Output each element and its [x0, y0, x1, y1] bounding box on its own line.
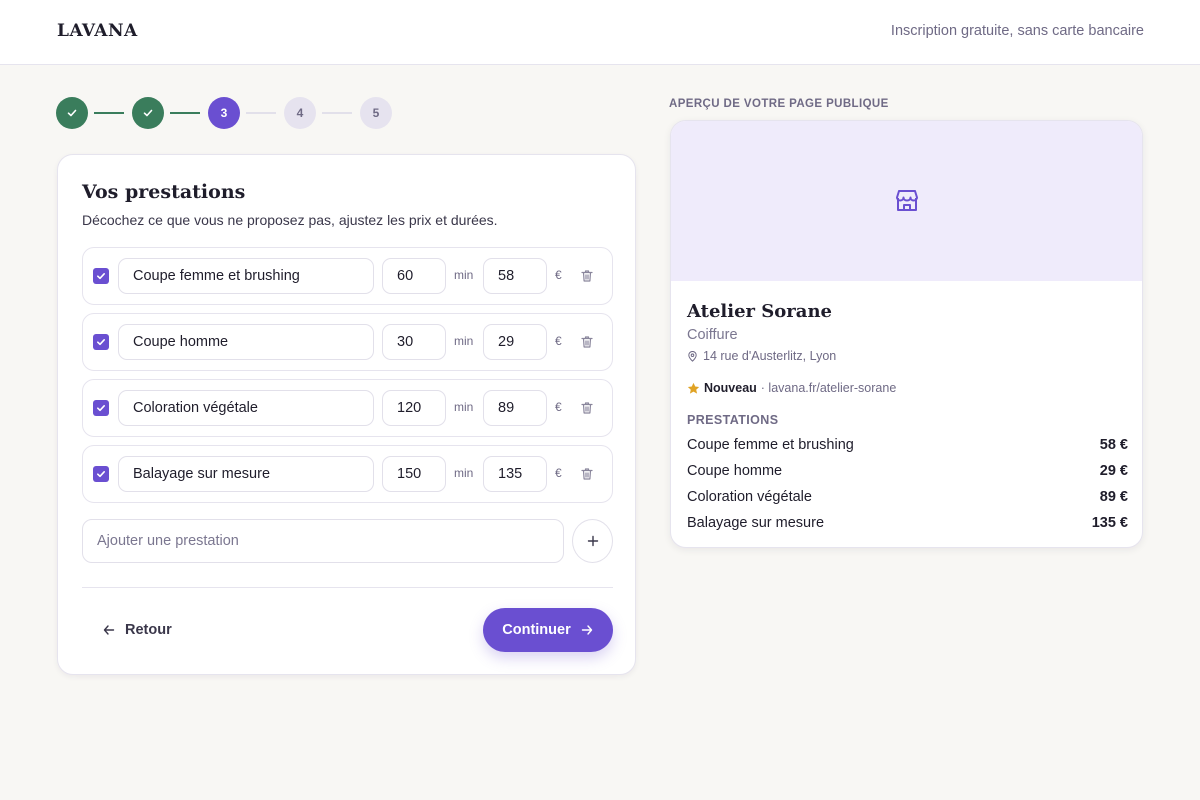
- service-checkbox[interactable]: [93, 400, 109, 416]
- back-button[interactable]: Retour: [102, 620, 172, 640]
- service-name-input[interactable]: Balayage sur mesure: [118, 456, 374, 492]
- arrow-right-icon: [581, 625, 592, 635]
- service-duration-input[interactable]: 30: [382, 324, 446, 360]
- star-icon: [687, 382, 700, 394]
- step-5: 5: [360, 97, 392, 129]
- service-name-input[interactable]: Coupe homme: [118, 324, 374, 360]
- trash-icon[interactable]: [580, 401, 594, 415]
- preview-service-name: Coupe homme: [687, 463, 783, 479]
- service-row: Coloration végétale 120 min 89 €: [82, 379, 613, 437]
- currency-unit: €: [555, 466, 562, 480]
- step-connector: [322, 112, 352, 114]
- step-1: [56, 97, 88, 129]
- check-icon: [97, 471, 105, 478]
- plus-icon: [587, 535, 598, 547]
- add-service-input[interactable]: [82, 519, 564, 563]
- continue-button[interactable]: Continuer: [483, 608, 613, 652]
- preview-label: APERÇU DE VOTRE PAGE PUBLIQUE: [669, 98, 889, 110]
- service-name-input[interactable]: Coloration végétale: [118, 390, 374, 426]
- back-button-label: Retour: [125, 622, 172, 638]
- new-badge: Nouveau: [704, 381, 757, 395]
- step-connector: [170, 112, 200, 114]
- duration-unit: min: [454, 466, 474, 480]
- currency-unit: €: [555, 334, 562, 348]
- check-icon: [97, 273, 105, 280]
- check-icon: [97, 339, 105, 346]
- currency-unit: €: [555, 400, 562, 414]
- divider: [82, 587, 613, 588]
- preview-service-price: 135 €: [1091, 515, 1128, 531]
- service-row: Balayage sur mesure 150 min 135 €: [82, 445, 613, 503]
- check-icon: [67, 109, 77, 117]
- preview-cover: [671, 121, 1142, 281]
- service-duration-input[interactable]: 120: [382, 390, 446, 426]
- check-icon: [97, 405, 105, 412]
- form-subtitle: Décochez ce que vous ne proposez pas, aj…: [82, 212, 498, 228]
- arrow-left-icon: [103, 625, 115, 635]
- service-name-input[interactable]: Coupe femme et brushing: [118, 258, 374, 294]
- services-form-card: Vos prestations Décochez ce que vous ne …: [57, 154, 636, 675]
- continue-button-label: Continuer: [502, 622, 571, 638]
- trash-icon[interactable]: [580, 467, 594, 481]
- preview-service-name: Coloration végétale: [687, 489, 812, 505]
- public-url[interactable]: · lavana.fr/atelier-sorane: [761, 381, 896, 395]
- service-price-input[interactable]: 135: [483, 456, 547, 492]
- currency-unit: €: [555, 268, 562, 282]
- duration-unit: min: [454, 334, 474, 348]
- service-price-input[interactable]: 29: [483, 324, 547, 360]
- service-row: Coupe homme 30 min 29 €: [82, 313, 613, 371]
- service-checkbox[interactable]: [93, 466, 109, 482]
- preview-service-price: 89 €: [1099, 489, 1128, 505]
- business-name: Atelier Sorane: [687, 301, 832, 322]
- service-checkbox[interactable]: [93, 334, 109, 350]
- preview-service-price: 29 €: [1099, 463, 1128, 479]
- store-icon: [896, 190, 918, 211]
- preview-service-name: Balayage sur mesure: [687, 515, 825, 531]
- step-2: [132, 97, 164, 129]
- service-price-input[interactable]: 58: [483, 258, 547, 294]
- preview-service-name: Coupe femme et brushing: [687, 437, 854, 453]
- check-icon: [143, 109, 153, 117]
- preview-service-price: 58 €: [1099, 437, 1128, 453]
- badge-line: Nouveau · lavana.fr/atelier-sorane: [687, 381, 896, 395]
- service-duration-input[interactable]: 60: [382, 258, 446, 294]
- service-duration-input[interactable]: 150: [382, 456, 446, 492]
- business-category: Coiffure: [687, 327, 738, 343]
- service-checkbox[interactable]: [93, 268, 109, 284]
- preview-service-item: Coloration végétale 89 €: [687, 487, 1128, 507]
- business-address-text: 14 rue d'Austerlitz, Lyon: [703, 349, 837, 363]
- preview-services-title: PRESTATIONS: [687, 413, 779, 427]
- top-bar: LAVANA Inscription gratuite, sans carte …: [0, 0, 1200, 65]
- trash-icon[interactable]: [580, 335, 594, 349]
- service-price-input[interactable]: 89: [483, 390, 547, 426]
- map-pin-icon: [688, 350, 697, 362]
- trash-icon[interactable]: [580, 269, 594, 283]
- logo[interactable]: LAVANA: [57, 21, 138, 41]
- step-3: 3: [208, 97, 240, 129]
- preview-service-item: Balayage sur mesure 135 €: [687, 513, 1128, 533]
- preview-service-item: Coupe homme 29 €: [687, 461, 1128, 481]
- step-connector: [246, 112, 276, 114]
- step-4: 4: [284, 97, 316, 129]
- public-page-preview: Atelier Sorane Coiffure 14 rue d'Austerl…: [670, 120, 1143, 548]
- duration-unit: min: [454, 400, 474, 414]
- signup-tagline: Inscription gratuite, sans carte bancair…: [890, 23, 1144, 39]
- form-title: Vos prestations: [82, 181, 246, 203]
- step-connector: [94, 112, 124, 114]
- preview-service-item: Coupe femme et brushing 58 €: [687, 435, 1128, 455]
- business-address: 14 rue d'Austerlitz, Lyon: [687, 349, 836, 363]
- duration-unit: min: [454, 268, 474, 282]
- service-row: Coupe femme et brushing 60 min 58 €: [82, 247, 613, 305]
- add-service-button[interactable]: [572, 519, 613, 563]
